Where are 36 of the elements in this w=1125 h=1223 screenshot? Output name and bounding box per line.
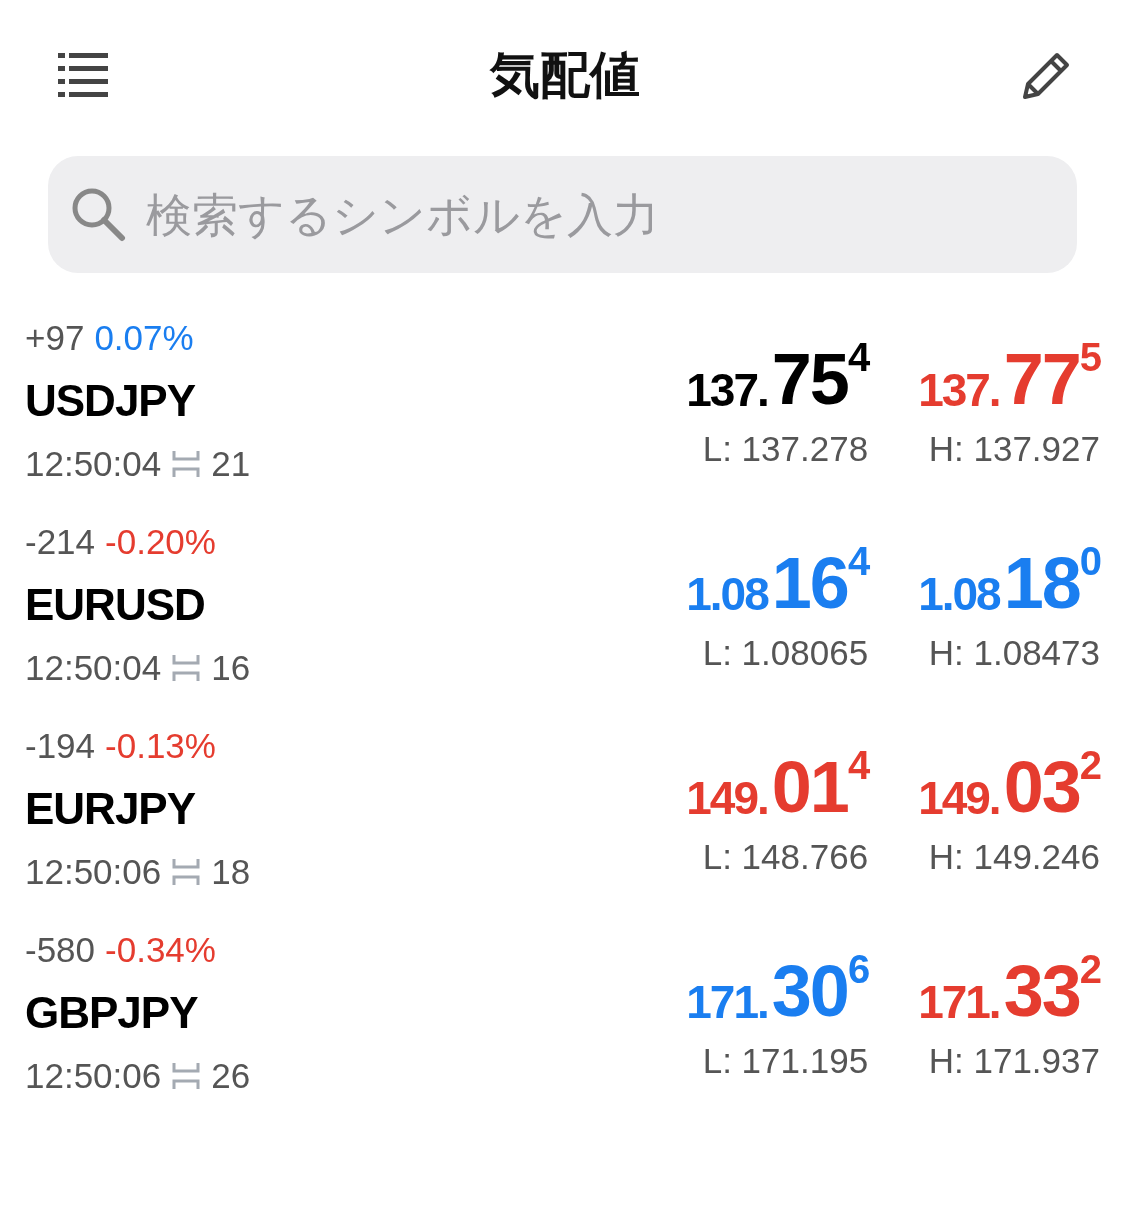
spread-value: 26 [211, 1056, 251, 1096]
change-percent: 0.07% [94, 318, 194, 358]
menu-icon[interactable] [58, 53, 108, 97]
spread-value: 16 [211, 648, 251, 688]
spread-value: 21 [211, 444, 251, 484]
change-points: -194 [25, 726, 96, 766]
change-percent: -0.34% [105, 930, 216, 970]
spread-value: 18 [211, 852, 251, 892]
symbol-name: EURUSD [25, 579, 206, 631]
high-price: H: 171.937 [928, 1041, 1100, 1081]
quote-time: 12:50:04 [25, 444, 162, 484]
spread-icon [171, 1061, 202, 1091]
symbol-name: USDJPY [25, 375, 197, 427]
search-field[interactable]: 検索するシンボルを入力 [48, 156, 1077, 273]
symbol-name: EURJPY [25, 783, 197, 835]
high-price: H: 149.246 [928, 837, 1100, 877]
low-price: L: 137.278 [702, 429, 869, 469]
change-points: -580 [25, 930, 96, 970]
high-price: H: 1.08473 [928, 633, 1100, 673]
quote-time: 12:50:06 [25, 852, 162, 892]
search-icon [70, 186, 126, 242]
spread-icon [171, 449, 202, 479]
screen-title: 気配値 [489, 44, 640, 106]
spread-icon [171, 653, 202, 683]
low-price: L: 1.08065 [702, 633, 869, 673]
low-price: L: 171.195 [702, 1041, 869, 1081]
high-price: H: 137.927 [928, 429, 1100, 469]
spread-icon [171, 857, 202, 887]
change-percent: -0.13% [105, 726, 216, 766]
symbol-name: GBPJPY [25, 987, 199, 1039]
quote-time: 12:50:06 [25, 1056, 162, 1096]
change-points: -214 [25, 522, 96, 562]
change-percent: -0.20% [105, 522, 216, 562]
quote-time: 12:50:04 [25, 648, 162, 688]
low-price: L: 148.766 [702, 837, 869, 877]
change-points: +97 [25, 318, 85, 358]
